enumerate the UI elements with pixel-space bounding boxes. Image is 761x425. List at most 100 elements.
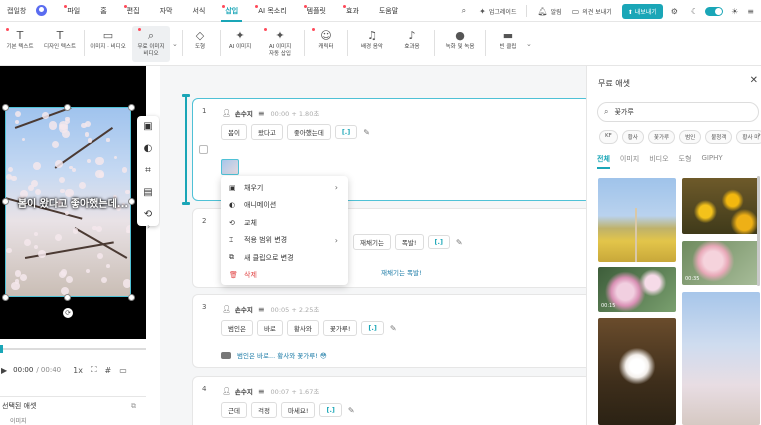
word-chip[interactable]: 범인은 bbox=[221, 320, 253, 336]
menu-item-range[interactable]: ⌶ 적용 범위 변경 › bbox=[221, 232, 348, 250]
replace-image-icon[interactable]: ▤ bbox=[137, 182, 159, 204]
menu-template[interactable]: 템플릿 bbox=[297, 0, 336, 22]
progress-knob[interactable] bbox=[0, 345, 3, 353]
close-icon[interactable]: ✕ bbox=[750, 75, 758, 86]
asset-thumbnail[interactable]: 00:35 bbox=[682, 241, 760, 285]
scene-checkbox[interactable] bbox=[199, 145, 208, 154]
tab-shape[interactable]: 도형 bbox=[679, 154, 692, 169]
asset-thumbnail[interactable]: 00:15 bbox=[598, 267, 676, 312]
pencil-icon[interactable]: ✎ bbox=[348, 406, 355, 415]
menu-file[interactable]: 파일 bbox=[57, 0, 90, 22]
menu-insert[interactable]: 삽입 bbox=[215, 0, 248, 22]
basic-text-tool[interactable]: T 기본 텍스트 bbox=[0, 26, 40, 62]
scene-marker-bottom[interactable] bbox=[182, 202, 190, 205]
menu-lines-icon[interactable]: ≡ bbox=[258, 387, 265, 396]
resize-handle[interactable] bbox=[128, 294, 135, 301]
design-text-tool[interactable]: T 디자인 텍스트 bbox=[38, 26, 82, 62]
asset-thumbnail[interactable] bbox=[682, 178, 760, 234]
notice-button[interactable]: 🔔︎ 알림 bbox=[537, 7, 561, 16]
word-chip[interactable]: 꽃가루! bbox=[322, 320, 358, 336]
search-button[interactable]: ⌕ bbox=[462, 6, 469, 16]
pencil-icon[interactable]: ✎ bbox=[390, 324, 397, 333]
bgm-tool[interactable]: ♫ 배경 음악 bbox=[352, 26, 392, 62]
scene-card-3[interactable]: 3 👤︎ 손수지 ≡ 00:05 + 2.25초 범인은 바로 황사와 꽃가루!… bbox=[192, 294, 586, 368]
menu-subtitle[interactable]: 자막 bbox=[150, 0, 183, 22]
word-chip[interactable]: 좋아했는데 bbox=[286, 124, 331, 140]
menu-effect[interactable]: 효과 bbox=[336, 0, 369, 22]
feedback-button[interactable]: ▭ 의견 보내기 bbox=[572, 7, 612, 16]
theme-toggle[interactable] bbox=[705, 6, 724, 16]
rotate-icon[interactable]: ⟳ bbox=[63, 308, 73, 318]
workspace-title[interactable]: 캡일창 bbox=[7, 6, 26, 16]
tab-giphy[interactable]: GIPHY bbox=[701, 154, 722, 169]
resize-handle[interactable] bbox=[2, 104, 9, 111]
menu-item-delete[interactable]: 🗑 삭제 bbox=[221, 267, 348, 285]
chevron-down-icon[interactable]: ⌄ bbox=[172, 40, 178, 48]
word-chip[interactable]: 폭발! bbox=[394, 234, 424, 250]
menu-lines-icon[interactable]: ≡ bbox=[258, 109, 265, 118]
asset-thumbnail[interactable] bbox=[598, 178, 676, 262]
settings-button[interactable]: ⚙ bbox=[671, 7, 681, 16]
shape-tool[interactable]: ◇ 도형 bbox=[180, 26, 220, 62]
menu-item-animation[interactable]: ◐ 애니메이션 bbox=[221, 197, 348, 215]
pencil-icon[interactable]: ✎ bbox=[456, 238, 463, 247]
asset-search[interactable]: ⌕ 꽃가루 bbox=[597, 102, 759, 122]
menu-item-new-clip[interactable]: ⧉ 새 클립으로 변경 bbox=[221, 249, 348, 267]
break-chip[interactable]: [.] bbox=[427, 235, 450, 249]
export-button[interactable]: ⬆ 내보내기 bbox=[621, 3, 663, 19]
word-chip[interactable]: 황사와 bbox=[286, 320, 319, 336]
chevron-right-icon[interactable]: › bbox=[147, 222, 150, 231]
menu-lines-icon[interactable]: ≡ bbox=[258, 305, 265, 314]
character-tool[interactable]: ☺ 캐릭터 bbox=[306, 26, 346, 62]
menu-edit[interactable]: 편집 bbox=[117, 0, 150, 22]
user-avatar[interactable] bbox=[36, 5, 48, 16]
image-video-tool[interactable]: ▭ 이미지 · 비디오 bbox=[86, 26, 130, 62]
panel-scrollbar[interactable] bbox=[757, 176, 760, 286]
tab-image[interactable]: 이미지 bbox=[620, 154, 639, 169]
fill-icon[interactable]: ▣ bbox=[137, 116, 159, 138]
speed-button[interactable]: 1x bbox=[73, 366, 83, 375]
resize-handle[interactable] bbox=[128, 104, 135, 111]
scene-subtitle[interactable]: 재채기는 폭발! bbox=[381, 267, 422, 277]
menu-home[interactable]: 홈 bbox=[90, 0, 116, 22]
grid-icon[interactable]: # bbox=[105, 366, 112, 375]
search-input[interactable]: 꽃가루 bbox=[614, 107, 633, 117]
break-chip[interactable]: [.] bbox=[361, 321, 384, 335]
keyword-chip[interactable]: 황사 bbox=[621, 130, 644, 144]
word-chip[interactable]: 근데 bbox=[221, 402, 247, 418]
sfx-tool[interactable]: ♪ 효과음 bbox=[392, 26, 432, 62]
keyword-chip[interactable]: 범인 bbox=[679, 130, 702, 144]
speaker-name[interactable]: 손수지 bbox=[235, 386, 253, 396]
keyword-chip[interactable]: KF bbox=[599, 130, 618, 144]
break-chip[interactable]: [.] bbox=[334, 125, 358, 139]
crop-icon[interactable]: ⌗ bbox=[137, 160, 159, 182]
animation-icon[interactable]: ◐ bbox=[137, 138, 159, 160]
record-tool[interactable]: ● 녹화 및 녹음 bbox=[438, 26, 482, 62]
word-chip[interactable]: 마세요! bbox=[280, 402, 316, 418]
word-chip[interactable]: 걱정 bbox=[250, 402, 277, 418]
menu-format[interactable]: 서식 bbox=[182, 0, 215, 22]
empty-clip-tool[interactable]: ▬ 빈 클립 bbox=[488, 26, 528, 62]
pencil-icon[interactable]: ✎ bbox=[363, 128, 370, 137]
tab-all[interactable]: 전체 bbox=[597, 154, 610, 169]
resize-handle[interactable] bbox=[64, 104, 71, 111]
resize-handle[interactable] bbox=[64, 294, 71, 301]
speaker-name[interactable]: 손수지 bbox=[235, 108, 253, 118]
external-link-icon[interactable]: ⧉ bbox=[131, 397, 136, 415]
video-caption[interactable]: 봄이 왔다고 좋아했는데... bbox=[0, 195, 146, 210]
subtitle-toggle-icon[interactable]: ▭ bbox=[119, 366, 127, 375]
free-media-tool[interactable]: ⌕ 무료 이미지 비디오 bbox=[132, 26, 170, 62]
more-menu-icon[interactable]: ≡ bbox=[747, 7, 757, 16]
scene-subtitle[interactable]: 범인은 바로... 황사와 꽃가루! 😳 bbox=[221, 350, 327, 360]
word-chip[interactable]: 왔다고 bbox=[250, 124, 283, 140]
scene-marker-top[interactable] bbox=[182, 94, 190, 97]
resize-handle[interactable] bbox=[2, 294, 9, 301]
scene-image-thumbnail[interactable] bbox=[221, 159, 239, 175]
keyword-chip[interactable]: 불청객 bbox=[705, 130, 733, 144]
ai-image-tool[interactable]: ✦ AI 이미지 bbox=[220, 26, 260, 62]
fullscreen-icon[interactable]: ⛶ bbox=[91, 365, 97, 375]
word-chip[interactable]: 봄이 bbox=[221, 124, 247, 140]
menu-item-fill[interactable]: ▣ 채우기 › bbox=[221, 179, 348, 197]
tab-video[interactable]: 비디오 bbox=[649, 154, 668, 169]
asset-thumbnail[interactable] bbox=[682, 292, 760, 425]
